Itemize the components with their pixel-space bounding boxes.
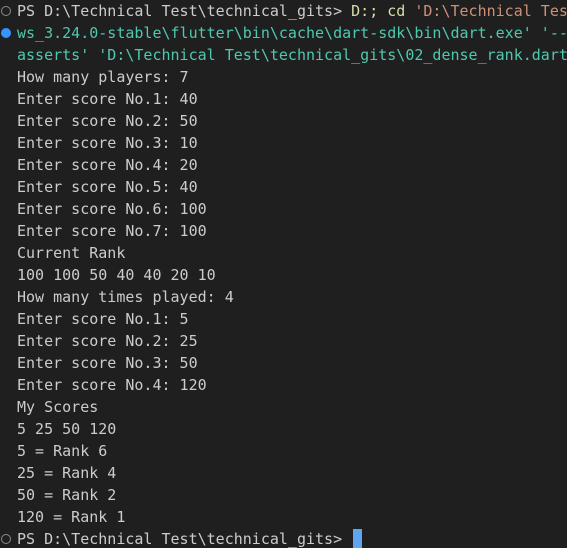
output-line: 100 100 50 40 40 20 10 [17, 266, 216, 284]
text-cursor [353, 529, 363, 548]
output-line: Enter score No.6: 100 [17, 200, 207, 218]
output-line: Enter score No.5: 40 [17, 178, 198, 196]
output-line: Enter score No.4: 120 [17, 376, 207, 394]
path-argument: 'D:\Technical Tes [414, 2, 567, 20]
output-line: Enter score No.1: 5 [17, 310, 189, 328]
output-line: Enter score No.4: 20 [17, 156, 198, 174]
command-decoration-icon[interactable] [1, 534, 11, 544]
output-line: Enter score No.3: 50 [17, 354, 198, 372]
terminal-panel[interactable]: PS D:\Technical Test\technical_gits> D:;… [0, 0, 567, 548]
command-decoration-icon[interactable] [1, 6, 11, 16]
drive-command: D:; [351, 2, 379, 20]
prompt-text: PS D:\Technical Test\technical_gits> [17, 530, 352, 548]
output-line: 5 25 50 120 [17, 420, 117, 438]
prompt-text: PS D:\Technical Test\technical_gits> [17, 2, 352, 20]
output-line: 120 = Rank 1 [17, 508, 126, 526]
output-line: Current Rank [17, 244, 126, 262]
output-line: My Scores [17, 398, 99, 416]
output-line: Enter score No.7: 100 [17, 222, 207, 240]
command-line: PS D:\Technical Test\technical_gits> D:;… [17, 0, 567, 22]
output-line: How many times played: 4 [17, 288, 234, 306]
output-line: 5 = Rank 6 [17, 442, 108, 460]
output-line: 25 = Rank 4 [17, 464, 117, 482]
wrapped-command-line: asserts' 'D:\Technical Test\technical_gi… [17, 46, 567, 64]
output-line: Enter score No.1: 40 [17, 90, 198, 108]
running-decoration-icon[interactable] [1, 28, 11, 38]
output-line: 50 = Rank 2 [17, 486, 117, 504]
input-prompt-line[interactable]: PS D:\Technical Test\technical_gits> [17, 528, 363, 548]
wrapped-command-line: ws_3.24.0-stable\flutter\bin\cache\dart-… [17, 24, 567, 42]
cd-command: cd [387, 2, 406, 20]
output-line: Enter score No.2: 25 [17, 332, 198, 350]
output-line: Enter score No.2: 50 [17, 112, 198, 130]
output-line: Enter score No.3: 10 [17, 134, 198, 152]
output-line: How many players: 7 [17, 68, 189, 86]
